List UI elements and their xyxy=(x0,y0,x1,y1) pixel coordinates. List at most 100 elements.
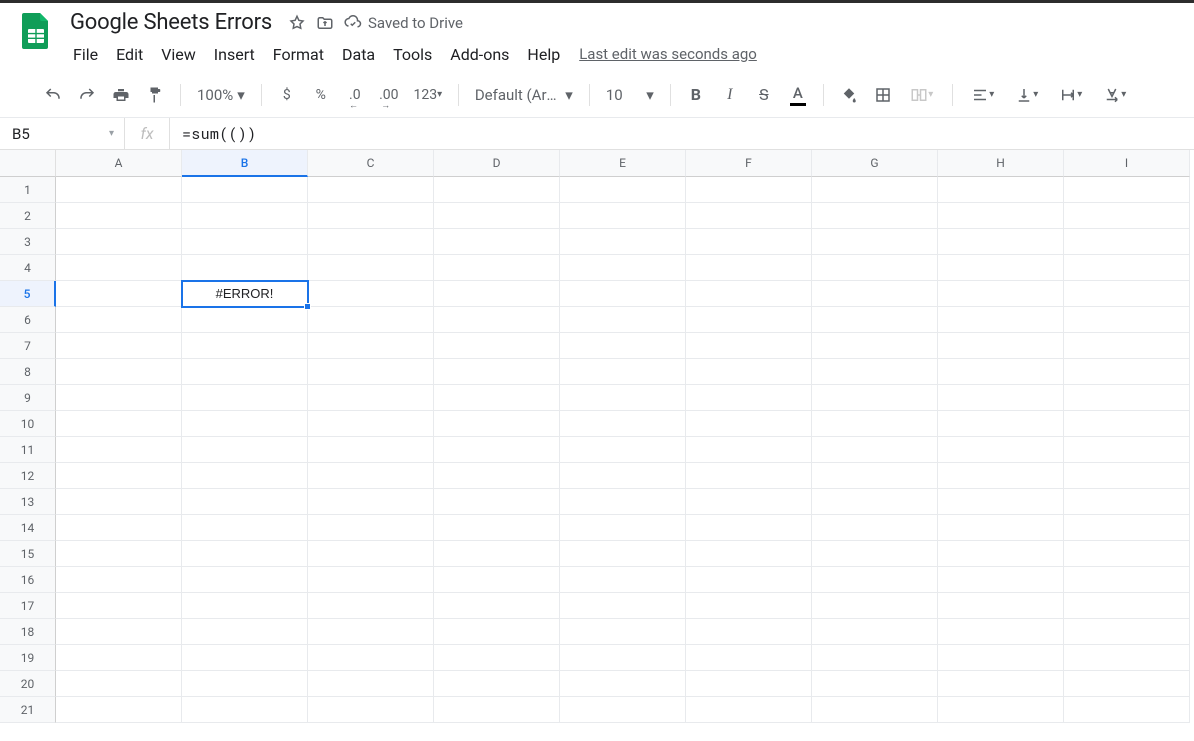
cell-D12[interactable] xyxy=(434,463,560,489)
font-family-dropdown[interactable]: Default (Ari...▾ xyxy=(469,86,579,104)
cell-F14[interactable] xyxy=(686,515,812,541)
cell-D1[interactable] xyxy=(434,177,560,203)
cell-E8[interactable] xyxy=(560,359,686,385)
cell-F4[interactable] xyxy=(686,255,812,281)
cell-E6[interactable] xyxy=(560,307,686,333)
cell-D11[interactable] xyxy=(434,437,560,463)
cell-D2[interactable] xyxy=(434,203,560,229)
cell-C12[interactable] xyxy=(308,463,434,489)
cell-F11[interactable] xyxy=(686,437,812,463)
menu-file[interactable]: File xyxy=(64,41,107,68)
cell-G20[interactable] xyxy=(812,671,938,697)
cell-B19[interactable] xyxy=(182,645,308,671)
cell-H19[interactable] xyxy=(938,645,1064,671)
col-header-I[interactable]: I xyxy=(1064,150,1190,177)
row-header-1[interactable]: 1 xyxy=(0,177,56,203)
cell-I16[interactable] xyxy=(1064,567,1190,593)
cell-A13[interactable] xyxy=(56,489,182,515)
document-title[interactable]: Google Sheets Errors xyxy=(64,8,278,37)
cell-C8[interactable] xyxy=(308,359,434,385)
menu-tools[interactable]: Tools xyxy=(384,41,441,68)
cell-D6[interactable] xyxy=(434,307,560,333)
cell-C18[interactable] xyxy=(308,619,434,645)
cell-A17[interactable] xyxy=(56,593,182,619)
cell-A19[interactable] xyxy=(56,645,182,671)
percent-button[interactable]: % xyxy=(306,80,336,110)
cell-E12[interactable] xyxy=(560,463,686,489)
bold-button[interactable]: B xyxy=(681,80,711,110)
cell-D17[interactable] xyxy=(434,593,560,619)
cell-D19[interactable] xyxy=(434,645,560,671)
cell-D16[interactable] xyxy=(434,567,560,593)
cell-A5[interactable] xyxy=(56,281,182,307)
cell-C13[interactable] xyxy=(308,489,434,515)
cell-F8[interactable] xyxy=(686,359,812,385)
cell-H6[interactable] xyxy=(938,307,1064,333)
last-edit-link[interactable]: Last edit was seconds ago xyxy=(569,41,767,68)
star-icon[interactable] xyxy=(288,14,306,32)
cell-A3[interactable] xyxy=(56,229,182,255)
cell-A9[interactable] xyxy=(56,385,182,411)
more-formats-dropdown[interactable]: 123▾ xyxy=(408,80,448,110)
cell-I2[interactable] xyxy=(1064,203,1190,229)
strikethrough-button[interactable]: S xyxy=(749,80,779,110)
cell-E16[interactable] xyxy=(560,567,686,593)
cell-D8[interactable] xyxy=(434,359,560,385)
cell-C5[interactable] xyxy=(308,281,434,307)
cell-F17[interactable] xyxy=(686,593,812,619)
redo-button[interactable] xyxy=(72,80,102,110)
row-header-19[interactable]: 19 xyxy=(0,645,56,671)
cell-E20[interactable] xyxy=(560,671,686,697)
cell-F20[interactable] xyxy=(686,671,812,697)
col-header-B[interactable]: B xyxy=(182,150,308,177)
cell-H15[interactable] xyxy=(938,541,1064,567)
cell-A14[interactable] xyxy=(56,515,182,541)
sheets-logo[interactable] xyxy=(16,11,56,51)
cell-E21[interactable] xyxy=(560,697,686,723)
cell-H9[interactable] xyxy=(938,385,1064,411)
menu-insert[interactable]: Insert xyxy=(205,41,264,68)
cell-G14[interactable] xyxy=(812,515,938,541)
cell-I7[interactable] xyxy=(1064,333,1190,359)
cell-I3[interactable] xyxy=(1064,229,1190,255)
zoom-dropdown[interactable]: 100%▾ xyxy=(191,86,251,104)
cell-G1[interactable] xyxy=(812,177,938,203)
cell-B14[interactable] xyxy=(182,515,308,541)
cell-B16[interactable] xyxy=(182,567,308,593)
cell-H3[interactable] xyxy=(938,229,1064,255)
cell-A1[interactable] xyxy=(56,177,182,203)
cell-I20[interactable] xyxy=(1064,671,1190,697)
cell-C9[interactable] xyxy=(308,385,434,411)
cell-C21[interactable] xyxy=(308,697,434,723)
col-header-D[interactable]: D xyxy=(434,150,560,177)
formula-bar-input[interactable]: =sum(()) xyxy=(170,124,1194,144)
row-header-7[interactable]: 7 xyxy=(0,333,56,359)
menu-format[interactable]: Format xyxy=(264,41,333,68)
cell-B6[interactable] xyxy=(182,307,308,333)
row-header-17[interactable]: 17 xyxy=(0,593,56,619)
cell-F1[interactable] xyxy=(686,177,812,203)
cell-H1[interactable] xyxy=(938,177,1064,203)
cell-G9[interactable] xyxy=(812,385,938,411)
cell-H8[interactable] xyxy=(938,359,1064,385)
cell-I9[interactable] xyxy=(1064,385,1190,411)
select-all-corner[interactable] xyxy=(0,150,56,177)
cell-I14[interactable] xyxy=(1064,515,1190,541)
currency-button[interactable]: $ xyxy=(272,80,302,110)
vertical-align-dropdown[interactable]: ▾ xyxy=(1007,80,1047,110)
cell-G21[interactable] xyxy=(812,697,938,723)
cell-H7[interactable] xyxy=(938,333,1064,359)
menu-addons[interactable]: Add-ons xyxy=(441,41,518,68)
row-header-20[interactable]: 20 xyxy=(0,671,56,697)
cell-H10[interactable] xyxy=(938,411,1064,437)
fill-color-button[interactable] xyxy=(834,80,864,110)
cell-B20[interactable] xyxy=(182,671,308,697)
cell-I10[interactable] xyxy=(1064,411,1190,437)
cell-B12[interactable] xyxy=(182,463,308,489)
cell-B11[interactable] xyxy=(182,437,308,463)
cell-F16[interactable] xyxy=(686,567,812,593)
cell-A20[interactable] xyxy=(56,671,182,697)
cell-B7[interactable] xyxy=(182,333,308,359)
cell-F6[interactable] xyxy=(686,307,812,333)
increase-decimal-button[interactable]: .00→ xyxy=(374,80,404,110)
